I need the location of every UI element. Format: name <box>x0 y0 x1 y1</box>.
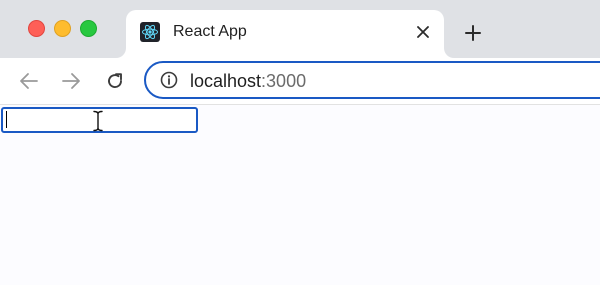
reload-icon <box>108 73 122 88</box>
window-zoom-button[interactable] <box>80 20 97 37</box>
back-button[interactable] <box>15 67 43 95</box>
address-bar[interactable]: localhost:3000 <box>144 61 600 99</box>
arrow-right-icon <box>62 73 80 89</box>
react-logo-icon <box>140 22 160 42</box>
new-tab-button[interactable] <box>460 20 486 46</box>
close-icon <box>417 26 429 38</box>
reload-button[interactable] <box>101 67 129 95</box>
tab-title: React App <box>173 23 247 40</box>
forward-button[interactable] <box>57 67 85 95</box>
tab-react-app[interactable]: React App <box>126 10 444 58</box>
text-caret <box>6 111 7 128</box>
arrow-left-icon <box>20 73 38 89</box>
window-close-button[interactable] <box>28 20 45 37</box>
tab-close-button[interactable] <box>412 21 434 43</box>
text-cursor-icon <box>93 110 103 132</box>
info-icon[interactable] <box>160 71 178 89</box>
plus-icon <box>465 25 481 41</box>
browser-toolbar: localhost:3000 <box>0 58 600 105</box>
title-bar: React App <box>0 0 600 58</box>
browser-window: React App localhost:3000 <box>0 0 600 285</box>
url-port: :3000 <box>261 71 307 91</box>
url-text: localhost:3000 <box>190 70 306 92</box>
page-content <box>0 105 600 285</box>
window-minimize-button[interactable] <box>54 20 71 37</box>
url-host: localhost <box>190 71 262 91</box>
